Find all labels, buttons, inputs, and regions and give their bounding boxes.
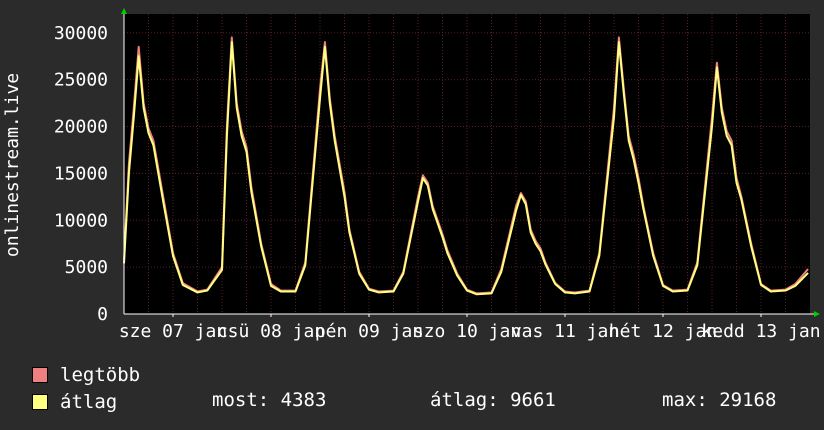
stat-current: most: 4383 xyxy=(212,389,327,411)
y-tick-label: 5000 xyxy=(65,257,108,278)
y-axis-ticks: 0 5000 10000 15000 20000 25000 30000 xyxy=(54,23,108,325)
x-tick-label: vas 11 jan xyxy=(511,321,619,342)
legend-item-avg: átlag xyxy=(32,391,117,413)
x-axis-arrow-icon xyxy=(814,311,820,317)
x-tick-label: szo 10 jan xyxy=(413,321,521,342)
legend-item-max: legtöbb xyxy=(32,364,140,386)
y-axis-label: onlinestream.live xyxy=(2,73,23,257)
y-tick-label: 20000 xyxy=(54,117,108,138)
x-tick-label: pén 09 jan xyxy=(315,321,423,342)
legend-label-avg: átlag xyxy=(60,391,118,413)
legend-swatch-max xyxy=(32,367,48,383)
legend-label-max: legtöbb xyxy=(60,364,141,386)
x-tick-label: sze 07 jan xyxy=(119,321,227,342)
x-tick-label: csü 08 jan xyxy=(217,321,325,342)
legend: legtöbb átlag most: 4383 átlag: 9661 max… xyxy=(0,360,824,430)
y-tick-label: 10000 xyxy=(54,210,108,231)
chart-area: 0 5000 10000 15000 20000 25000 30000 sze 07 ja… xyxy=(2,8,821,342)
stat-maximum: max: 29168 xyxy=(662,389,777,411)
y-tick-label: 30000 xyxy=(54,23,108,44)
x-tick-label: kedd 13 jan xyxy=(701,321,820,342)
legend-swatch-avg xyxy=(32,394,48,410)
y-axis-arrow-icon xyxy=(121,8,127,14)
x-axis-ticks: sze 07 jancsü 08 janpén 09 janszo 10 jan… xyxy=(119,314,821,342)
y-tick-label: 25000 xyxy=(54,70,108,91)
y-tick-label: 0 xyxy=(97,304,108,325)
stat-average: átlag: 9661 xyxy=(430,389,556,411)
y-tick-label: 15000 xyxy=(54,163,108,184)
